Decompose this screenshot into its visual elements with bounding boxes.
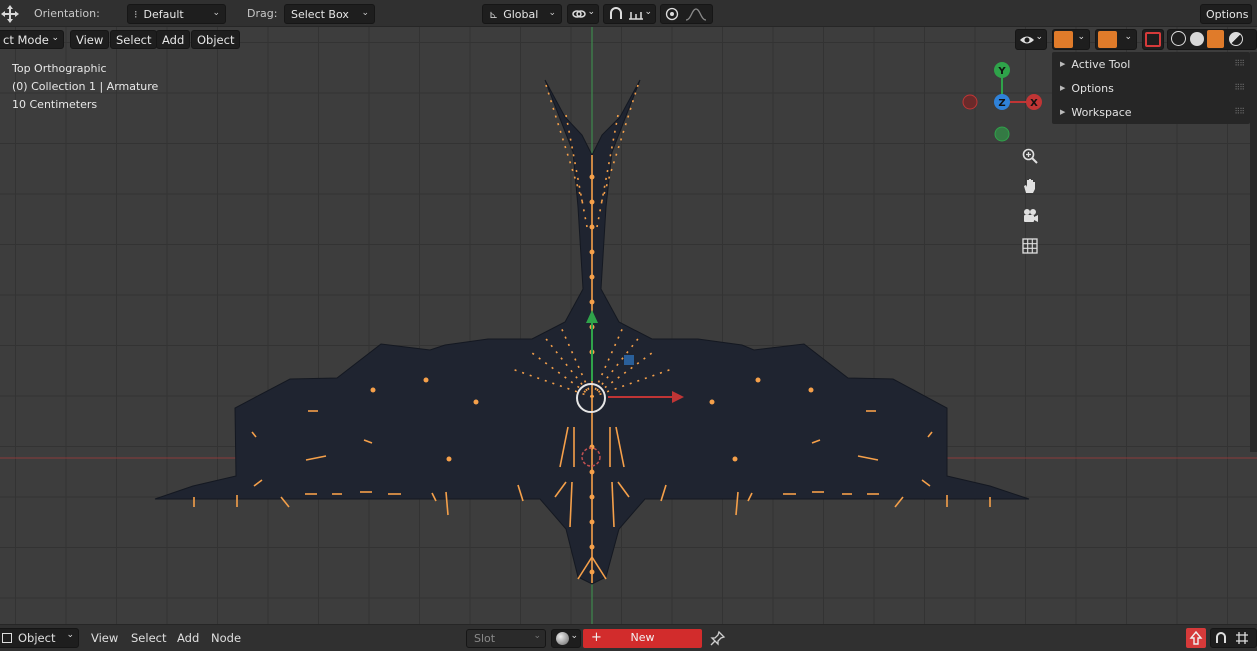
parent-node-tree-button[interactable] <box>1186 628 1206 648</box>
proportional-editing[interactable] <box>660 4 713 24</box>
bottom-menu-view[interactable]: View <box>91 631 118 645</box>
panel-workspace[interactable]: ▶ Workspace <box>1060 106 1132 119</box>
menu-object[interactable]: Object <box>191 30 241 49</box>
view-name: Top Orthographic <box>12 62 107 75</box>
expand-triangle-icon: ▶ <box>1060 84 1066 92</box>
drag-dropdown[interactable]: Select Box ⌄ <box>284 4 375 24</box>
chevron-down-icon: ⌄ <box>361 8 369 18</box>
bottom-menu-node[interactable]: Node <box>211 631 241 645</box>
pin-icon[interactable] <box>710 630 726 646</box>
expand-triangle-icon: ▶ <box>1060 60 1066 68</box>
menu-select[interactable]: Select <box>110 30 158 49</box>
snap-grid-icon <box>1236 632 1248 644</box>
grid-scale: 10 Centimeters <box>12 98 98 111</box>
zoom-icon[interactable] <box>1017 143 1043 169</box>
gizmo-toggle[interactable]: ⌄ <box>1052 29 1090 50</box>
bottom-menu-add[interactable]: Add <box>177 631 199 645</box>
mode-dropdown[interactable]: ct Mode ⌄ <box>0 30 64 49</box>
new-material-button[interactable]: + New <box>583 629 702 648</box>
sidebar-panel: ▶ Active Tool ⠿⠿ ▶ Options ⠿⠿ ▶ Workspace ⠿… <box>1052 52 1250 124</box>
transform-tool-icon[interactable] <box>0 3 20 25</box>
chevron-down-icon: ⌄ <box>570 631 578 641</box>
falloff-curve-icon <box>685 8 707 21</box>
drag-handle-icon[interactable]: ⠿⠿ <box>1234 83 1245 92</box>
chevron-down-icon: ⌄ <box>587 7 595 17</box>
overlays-toggle[interactable]: ⌄ <box>1095 29 1137 50</box>
chevron-down-icon: ⌄ <box>212 8 220 18</box>
hand-pan-icon[interactable] <box>1017 173 1043 199</box>
top-header: Orientation: ⁝ Default ⌄ Drag: Select Box… <box>0 0 1257 27</box>
expand-triangle-icon: ▶ <box>1060 108 1066 116</box>
gizmo-x-negative[interactable] <box>962 94 978 110</box>
drag-handle-icon[interactable]: ⠿⠿ <box>1234 107 1245 116</box>
transform-orientation-dropdown[interactable]: ⊾ Global ⌄ <box>482 4 562 24</box>
material-sphere-icon <box>556 632 569 645</box>
xray-toggle[interactable] <box>1142 29 1164 50</box>
eye-icon <box>1020 36 1034 44</box>
proportional-editing-icon <box>665 7 679 21</box>
drag-label: Drag: <box>247 7 278 20</box>
bottom-menu-select[interactable]: Select <box>131 631 166 645</box>
orientation-label: Orientation: <box>34 7 100 20</box>
navigation-gizmo[interactable]: Y Z X <box>962 62 1042 142</box>
editor-mode-dropdown[interactable]: Object ⌄ <box>0 628 79 648</box>
options-dropdown[interactable]: Options <box>1200 4 1252 24</box>
rendered-shading-icon[interactable] <box>1229 32 1243 46</box>
camera-view-icon[interactable] <box>1017 203 1043 229</box>
global-axes-icon: ⊾ <box>489 8 499 21</box>
snap-icon <box>1216 632 1226 643</box>
menu-view[interactable]: View <box>70 30 110 49</box>
chevron-down-icon: ⌄ <box>1077 32 1085 42</box>
chevron-down-icon: ⌄ <box>1124 32 1132 42</box>
xray-icon <box>1145 32 1161 47</box>
gizmo-y-label: Y <box>997 66 1006 77</box>
pivot-point-dropdown[interactable]: ⌄ <box>567 4 599 24</box>
gizmo-y-negative[interactable] <box>994 126 1010 142</box>
panel-active-tool[interactable]: ▶ Active Tool <box>1060 58 1130 71</box>
material-browse[interactable]: ⌄ <box>551 629 581 648</box>
orientation-dropdown[interactable]: ⁝ Default ⌄ <box>127 4 226 24</box>
sidebar-tab-strip[interactable] <box>1250 52 1257 452</box>
snapping-toggle[interactable] <box>1210 628 1257 648</box>
shading-modes[interactable] <box>1167 29 1257 50</box>
panel-options[interactable]: ▶ Options <box>1060 82 1114 95</box>
chevron-down-icon: ⌄ <box>644 7 652 17</box>
wireframe-shading-icon[interactable] <box>1171 31 1186 46</box>
snap-icon <box>610 7 622 19</box>
object-mode-icon <box>2 633 12 643</box>
visibility-dropdown[interactable]: ⌄ <box>1015 29 1047 50</box>
slot-dropdown[interactable]: Slot ⌄ <box>466 629 546 648</box>
menu-add[interactable]: Add <box>156 30 191 49</box>
plus-icon: + <box>591 630 602 645</box>
light-empty-marker <box>624 355 634 365</box>
gizmo-z-label: Z <box>998 98 1005 109</box>
gizmo-x-label: X <box>1030 98 1038 109</box>
snap-controls[interactable]: ⌄ <box>603 4 656 24</box>
chevron-down-icon: ⌄ <box>533 631 541 641</box>
drag-handle-icon[interactable]: ⠿⠿ <box>1234 59 1245 68</box>
link-icon <box>572 10 586 18</box>
shader-editor-header: Object ⌄ View Select Add Node Slot ⌄ ⌄ +… <box>0 624 1257 651</box>
chevron-down-icon: ⌄ <box>66 630 74 640</box>
overlays-icon <box>1098 31 1117 48</box>
arrow-up-icon <box>1189 630 1203 645</box>
chevron-down-icon: ⌄ <box>51 33 59 43</box>
solid-shading-icon[interactable] <box>1190 32 1204 46</box>
ortho-grid-icon[interactable] <box>1017 233 1043 259</box>
material-shading-icon[interactable] <box>1207 30 1224 48</box>
viewport-header: ct Mode ⌄ View Select Add Object ⌄ ⌄ ⌄ <box>0 28 1257 50</box>
chevron-down-icon: ⌄ <box>1035 32 1043 42</box>
gizmo-toggle-icon <box>1054 31 1073 48</box>
chevron-down-icon: ⌄ <box>548 8 556 18</box>
orientation-icon: ⁝ <box>134 8 138 21</box>
collection-info: (0) Collection 1 | Armature <box>12 80 159 93</box>
snap-increment-icon <box>629 12 643 20</box>
